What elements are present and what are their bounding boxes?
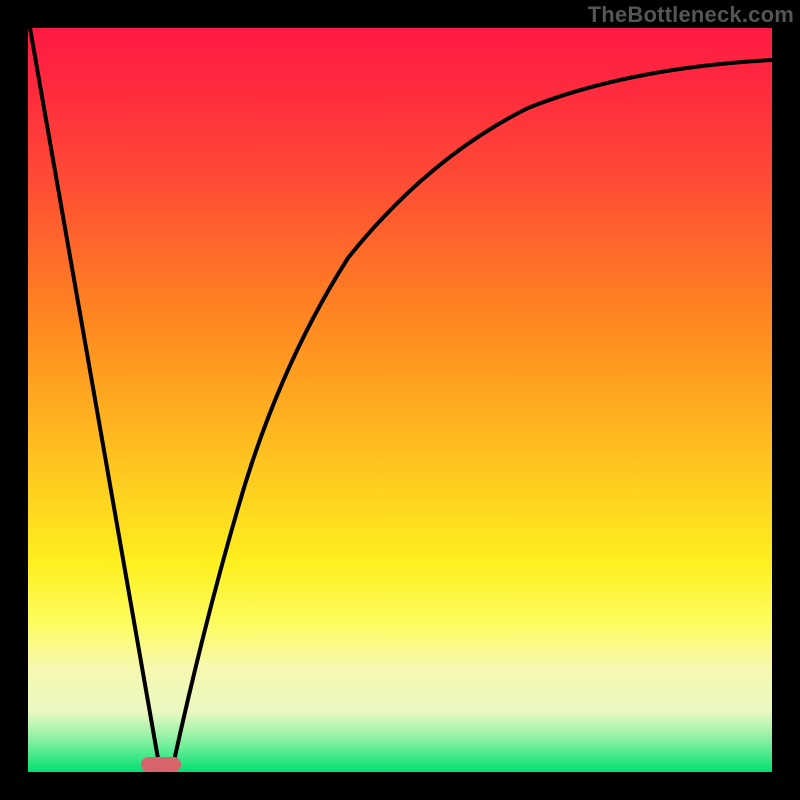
watermark-text: TheBottleneck.com [588, 2, 794, 28]
bottleneck-curve [28, 28, 772, 772]
chart-frame: TheBottleneck.com [0, 0, 800, 800]
plot-area [28, 28, 772, 772]
optimal-marker [141, 757, 181, 772]
